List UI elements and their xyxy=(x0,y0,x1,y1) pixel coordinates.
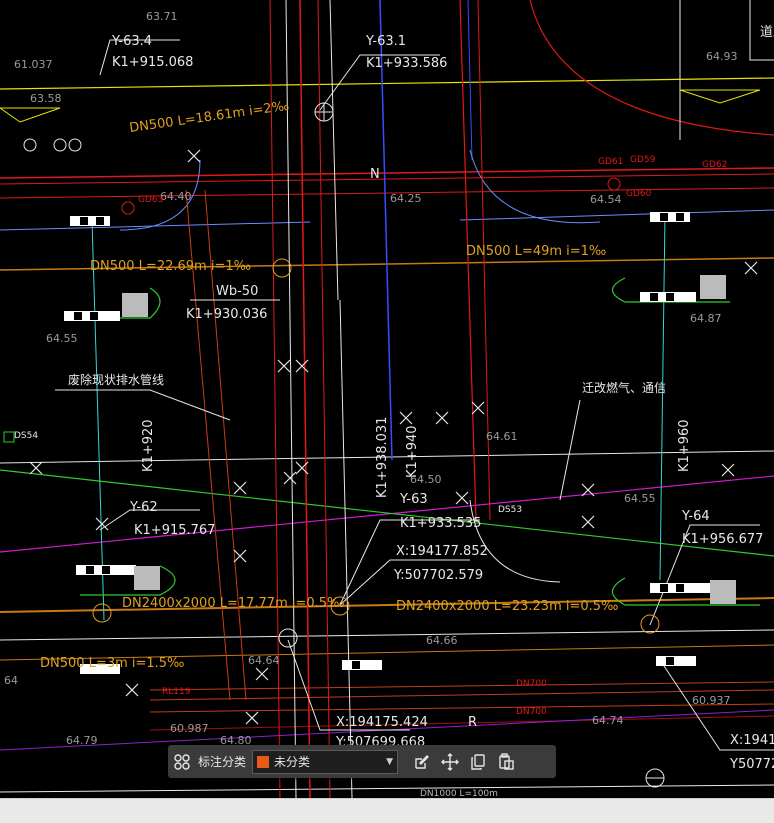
elevation-61037: 61.037 xyxy=(14,58,53,71)
y631-label: Y-63.1 xyxy=(365,34,406,49)
annotation-toolbar: 标注分类 未分类 ▼ xyxy=(168,745,556,778)
elevation-6371: 63.71 xyxy=(146,10,178,23)
y63-station: K1+933.535 xyxy=(400,516,481,531)
wb50-label: Wb-50 xyxy=(216,284,258,299)
ds53-label: DS53 xyxy=(498,505,522,515)
elevation-6358: 63.58 xyxy=(30,92,62,105)
y64-station: K1+956.677 xyxy=(682,532,763,547)
notes: 废除现状排水管线 迁改燃气、通信 xyxy=(68,372,666,395)
y634-label: Y-63.4 xyxy=(111,34,152,49)
k938-label: K1+938.031 xyxy=(375,417,390,498)
elevation-6455b: 64.55 xyxy=(624,492,656,505)
coord-x3: X:19417 xyxy=(730,733,774,748)
elevation-6464: 64.64 xyxy=(248,654,280,667)
pipe-label-dn500-c: DN500 L=49m i=1‰ xyxy=(466,244,606,259)
y63-label: Y-63 xyxy=(399,492,428,507)
elevation-6474: 64.74 xyxy=(592,714,624,727)
grid-icon[interactable] xyxy=(168,748,196,776)
category-color-swatch xyxy=(257,755,270,768)
corner-note: 道路 xyxy=(760,24,774,40)
move-icon[interactable] xyxy=(436,748,464,776)
ds54-marker xyxy=(3,431,15,443)
dn700b-label: DN700 xyxy=(516,707,547,717)
elevation-60987: 60.987 xyxy=(170,722,209,735)
coord-y1: Y:507702.579 xyxy=(393,568,483,583)
elevation-60937: 60.937 xyxy=(692,694,731,707)
dn1000-label: DN1000 L=100m xyxy=(420,789,498,798)
category-select-value: 未分类 xyxy=(274,755,311,769)
misc-labels: DS53 DS54 xyxy=(14,431,522,515)
annotation-category-label: 标注分类 xyxy=(198,755,247,769)
y631-station: K1+933.586 xyxy=(366,56,447,71)
y62-label: Y-62 xyxy=(129,500,158,515)
north-mark: N xyxy=(370,167,380,182)
wb50-station: K1+930.036 xyxy=(186,307,267,322)
elevation-6425: 64.25 xyxy=(390,192,422,205)
pipe-label-dn2400-a: DN2400x2000 L=17.77m i=0.5‰ xyxy=(122,596,345,611)
gd61-label: GD61 xyxy=(598,157,623,167)
gd62-label: GD62 xyxy=(702,160,727,170)
rl19-label: RL119 xyxy=(162,687,191,697)
elevation-6487: 64.87 xyxy=(690,312,722,325)
coord-x1: X:194177.852 xyxy=(396,544,488,559)
note-abandon-pipe: 废除现状排水管线 xyxy=(68,372,164,387)
pipe-label-dn500-b: DN500 L=22.69m i=1‰ xyxy=(90,259,251,274)
cad-canvas[interactable]: Y-63.4 K1+915.068 Y-63.1 K1+933.586 Wb-5… xyxy=(0,0,774,798)
elevation-6454: 64.54 xyxy=(590,193,622,206)
coord-y3: Y50772 xyxy=(729,757,774,772)
y64-label: Y-64 xyxy=(681,509,710,524)
elevation-6493: 64.93 xyxy=(706,50,738,63)
y62-station: K1+915.767 xyxy=(134,523,215,538)
pipe-label-dn2400-b: DN2400x2000 L=23.23m i=0.5‰ xyxy=(396,599,619,614)
pipe-label-dn500-a: DN500 L=18.61m i=2‰ xyxy=(128,99,290,136)
elevation-6440: 64.40 xyxy=(160,190,192,203)
paste-icon[interactable] xyxy=(492,748,520,776)
coord-x2: X:194175.424 xyxy=(336,715,428,730)
k940-label: K1+940 xyxy=(405,425,420,478)
dn700a-label: DN700 xyxy=(516,679,547,689)
elevation-6450: 64.50 xyxy=(410,473,442,486)
y634-station: K1+915.068 xyxy=(112,55,193,70)
note-relocate: 迁改燃气、通信 xyxy=(582,380,666,395)
annotation-category-select[interactable]: 未分类 ▼ xyxy=(252,749,399,774)
road-lines xyxy=(0,0,774,798)
status-strip xyxy=(0,798,774,823)
gd60-label: GD60 xyxy=(626,189,652,199)
elevation-64: 64 xyxy=(4,674,18,687)
k960-label: K1+960 xyxy=(677,419,692,472)
gd63-label: GD63 xyxy=(138,195,163,205)
gd59-label: GD59 xyxy=(630,155,656,165)
elevation-6455a: 64.55 xyxy=(46,332,78,345)
elevation-6466: 64.66 xyxy=(426,634,458,647)
r-mark: R xyxy=(468,715,477,730)
elevation-6461: 64.61 xyxy=(486,430,518,443)
edit-icon[interactable] xyxy=(408,748,436,776)
pipe-label-dn500-d: DN500 L=3m i=1.5‰ xyxy=(40,656,185,671)
elevation-6479: 64.79 xyxy=(66,734,98,747)
ds54-label: DS54 xyxy=(14,431,38,441)
chevron-down-icon: ▼ xyxy=(386,756,394,767)
copy-icon[interactable] xyxy=(464,748,492,776)
k920-label: K1+920 xyxy=(141,419,156,472)
